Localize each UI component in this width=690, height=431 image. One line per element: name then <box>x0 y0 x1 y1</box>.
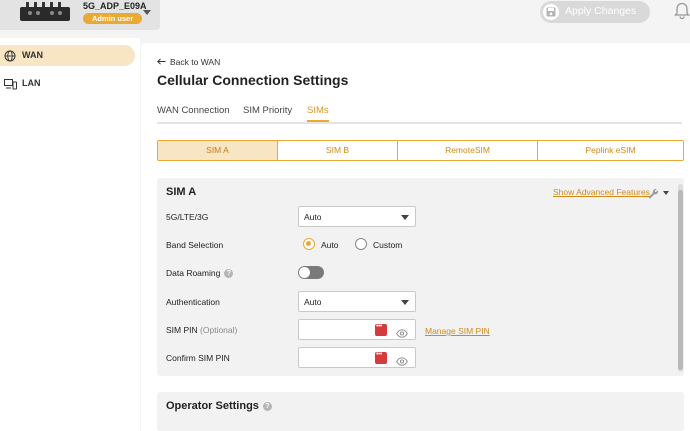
network-mode-value: Auto <box>304 212 322 222</box>
band-custom-radio[interactable] <box>355 238 367 250</box>
tab-sim-priority[interactable]: SIM Priority <box>243 105 292 122</box>
tab-sims[interactable]: SIMs <box>307 105 329 122</box>
sim-pin-label: SIM PIN (Optional) <box>166 325 237 335</box>
device-selector[interactable]: 5G_ADP_E09A Admin user <box>0 0 160 30</box>
band-custom-label: Custom <box>373 240 403 250</box>
tab-wan-connection[interactable]: WAN Connection <box>157 105 230 122</box>
confirm-sim-pin-input[interactable] <box>298 347 416 368</box>
sidebar: WAN LAN <box>0 38 140 431</box>
eye-icon[interactable] <box>396 325 408 343</box>
save-icon <box>543 4 559 20</box>
network-mode-select[interactable]: Auto <box>298 206 416 227</box>
password-manager-icon[interactable] <box>375 351 387 364</box>
chevron-down-icon <box>401 300 409 305</box>
sidebar-item-label: LAN <box>22 78 41 88</box>
apply-changes-label: Apply Changes <box>565 5 637 17</box>
router-image <box>20 2 70 21</box>
sim-tab-peplink-esim[interactable]: Peplink eSIM <box>538 141 683 160</box>
back-link[interactable]: Back to WAN <box>157 57 220 67</box>
confirm-sim-pin-label: Confirm SIM PIN <box>166 353 230 363</box>
device-name: 5G_ADP_E09A <box>83 1 147 11</box>
show-advanced-link[interactable]: Show Advanced Features <box>553 187 650 197</box>
page-title: Cellular Connection Settings <box>157 72 349 88</box>
arrow-left-icon <box>157 57 166 67</box>
band-auto-radio[interactable] <box>303 238 315 250</box>
data-roaming-text: Data Roaming <box>166 268 221 278</box>
eye-icon[interactable] <box>396 353 408 371</box>
chevron-down-icon <box>401 215 409 220</box>
password-manager-icon[interactable] <box>375 323 387 336</box>
data-roaming-label: Data Roaming? <box>166 268 234 279</box>
caret-down-icon[interactable] <box>663 191 669 195</box>
apply-changes-button[interactable]: Apply Changes <box>540 1 650 23</box>
main-content: Back to WAN Cellular Connection Settings… <box>141 43 690 431</box>
role-badge: Admin user <box>83 13 143 24</box>
sidebar-item-label: WAN <box>22 50 43 60</box>
sim-a-panel: SIM A Show Advanced Features 5G/LTE/3G A… <box>157 178 684 376</box>
sim-tab-sim-a[interactable]: SIM A <box>158 141 278 160</box>
sim-tab-bar: SIM A SIM B RemoteSIM Peplink eSIM <box>157 140 684 161</box>
optional-hint: (Optional) <box>200 325 238 335</box>
wrench-icon <box>648 186 659 204</box>
back-label: Back to WAN <box>170 57 221 67</box>
data-roaming-toggle[interactable] <box>298 266 324 279</box>
help-icon[interactable]: ? <box>262 401 272 411</box>
help-icon[interactable]: ? <box>224 269 234 279</box>
tab-bar: WAN Connection SIM Priority SIMs <box>157 102 682 124</box>
authentication-select[interactable]: Auto <box>298 291 416 312</box>
top-bar: 5G_ADP_E09A Admin user Apply Changes <box>0 0 690 36</box>
scrollbar[interactable] <box>678 184 683 372</box>
sidebar-item-lan[interactable]: LAN <box>0 73 135 94</box>
authentication-label: Authentication <box>166 297 220 307</box>
network-mode-label: 5G/LTE/3G <box>166 212 209 222</box>
band-selection-label: Band Selection <box>166 240 224 250</box>
devices-icon <box>4 77 17 95</box>
authentication-value: Auto <box>304 297 322 307</box>
sim-pin-input[interactable] <box>298 319 416 340</box>
sim-pin-text: SIM PIN <box>166 325 198 335</box>
panel-title: SIM A <box>166 186 197 198</box>
manage-sim-pin-link[interactable]: Manage SIM PIN <box>425 326 490 336</box>
globe-icon <box>4 49 16 67</box>
operator-settings-panel: Operator Settings? <box>157 392 684 431</box>
sidebar-item-wan[interactable]: WAN <box>0 45 135 66</box>
band-auto-label: Auto <box>321 240 339 250</box>
sim-tab-remotesim[interactable]: RemoteSIM <box>398 141 538 160</box>
operator-settings-text: Operator Settings <box>166 400 259 412</box>
bell-icon[interactable] <box>674 2 690 25</box>
operator-settings-title: Operator Settings? <box>166 400 272 412</box>
chevron-down-icon[interactable] <box>143 10 151 15</box>
sim-tab-sim-b[interactable]: SIM B <box>278 141 398 160</box>
